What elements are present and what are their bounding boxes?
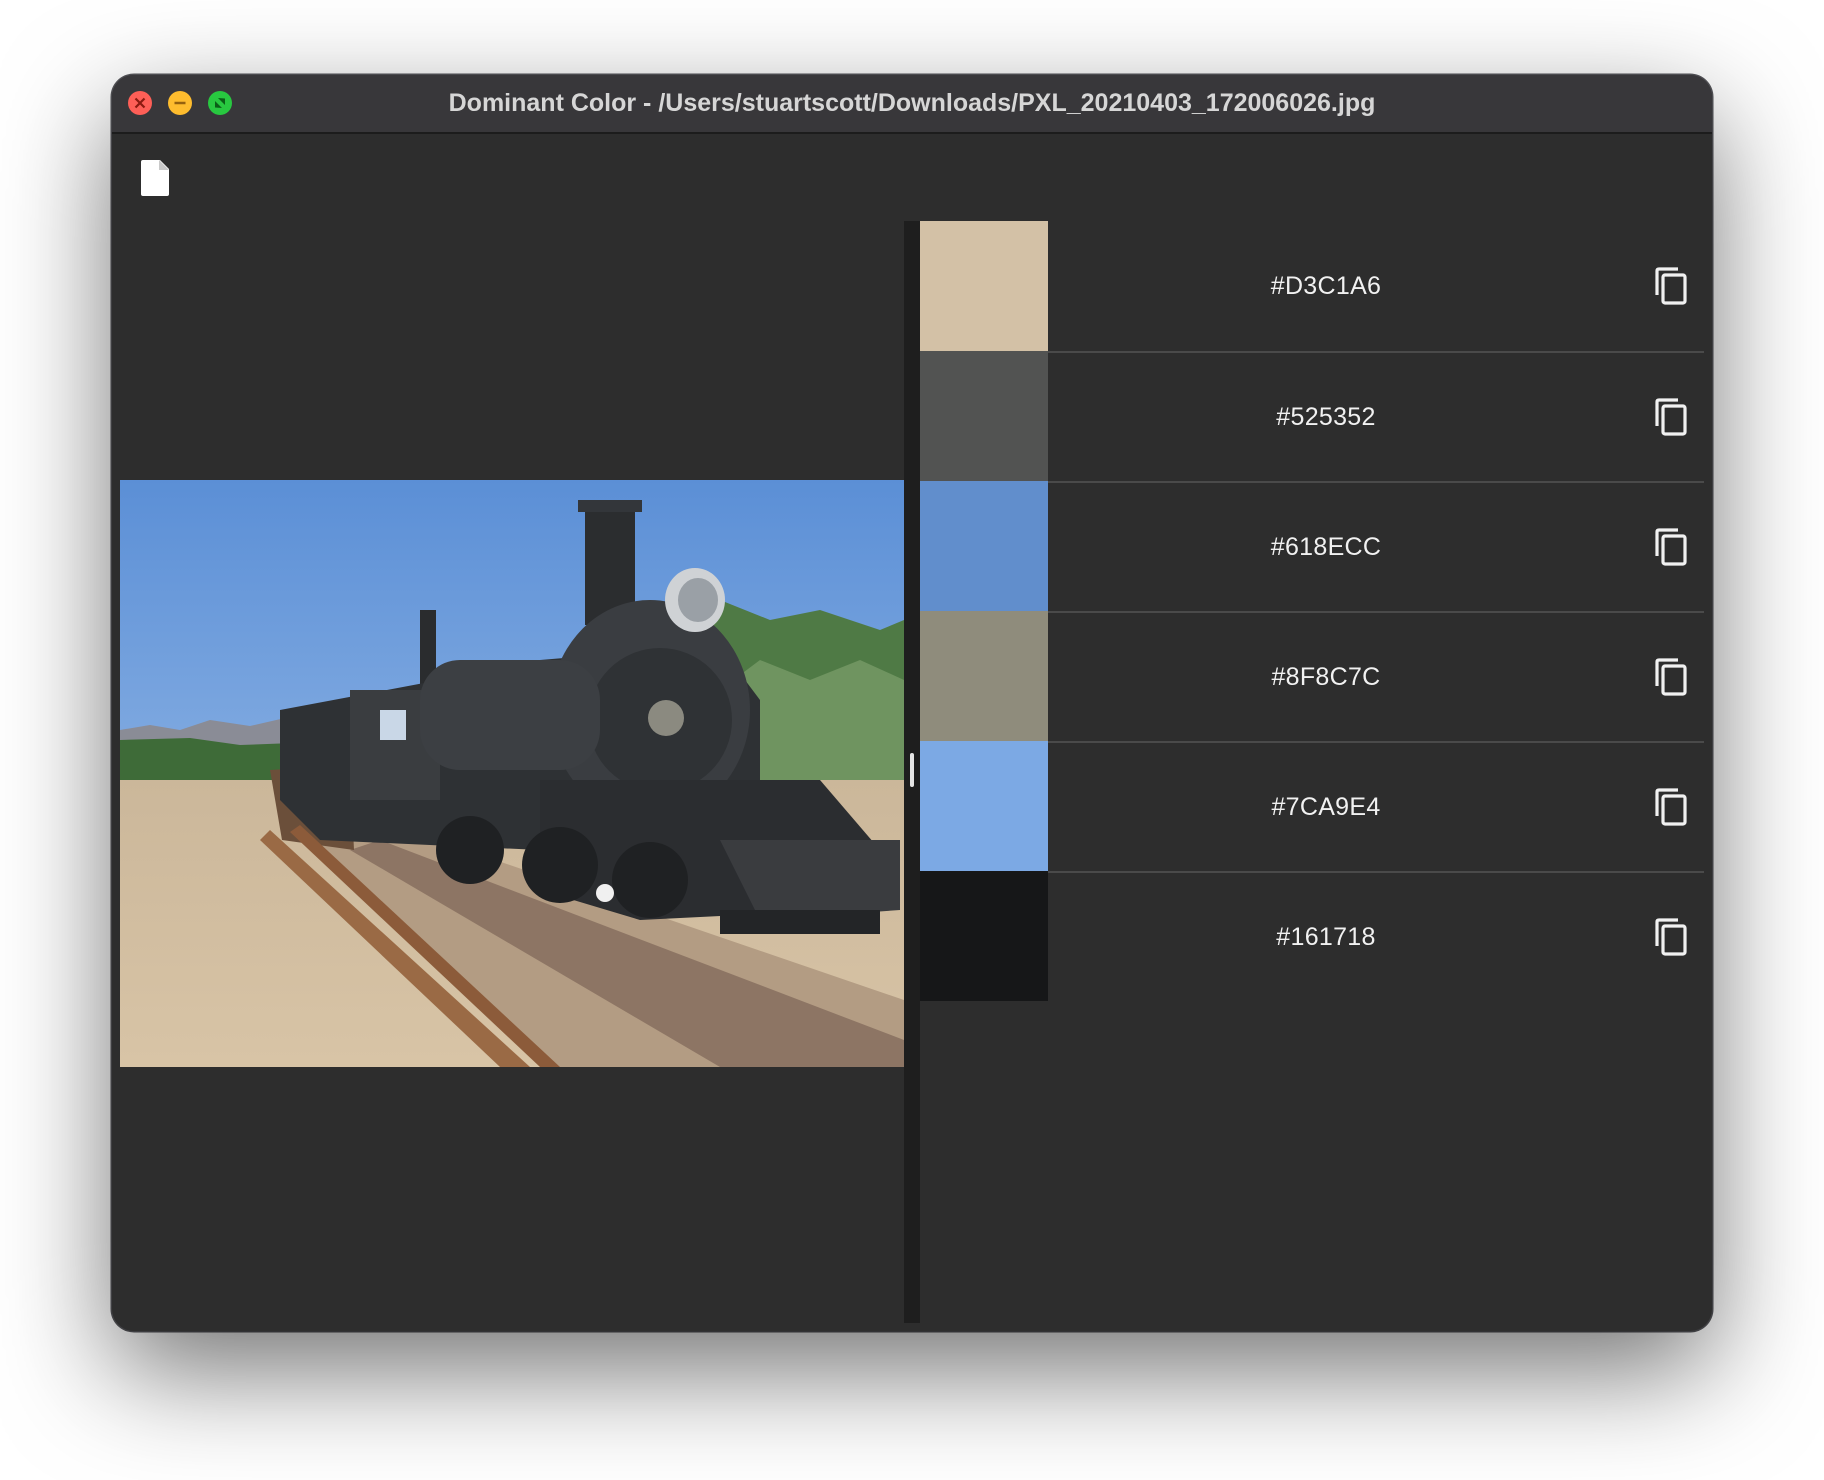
- copy-button[interactable]: [1652, 396, 1690, 438]
- fullscreen-window-button[interactable]: [208, 91, 232, 115]
- copy-icon: [1655, 658, 1687, 696]
- copy-icon: [1655, 267, 1687, 305]
- color-row: #8F8C7C: [920, 611, 1704, 741]
- copy-button[interactable]: [1652, 916, 1690, 958]
- copy-icon: [1655, 528, 1687, 566]
- open-file-button[interactable]: [140, 159, 172, 197]
- splitter-handle[interactable]: [910, 753, 914, 787]
- color-swatch: [920, 611, 1048, 741]
- color-swatch: [920, 351, 1048, 481]
- color-swatch: [920, 221, 1048, 351]
- color-row: #618ECC: [920, 481, 1704, 611]
- color-row: #525352: [920, 351, 1704, 481]
- close-icon: [134, 97, 146, 109]
- copy-icon: [1655, 918, 1687, 956]
- color-row: #7CA9E4: [920, 741, 1704, 871]
- copy-button[interactable]: [1652, 265, 1690, 307]
- dominant-color-list: #D3C1A6 #525352 #618ECC #8F8C7C #7CA9E4 …: [920, 221, 1704, 1001]
- file-icon: [141, 160, 169, 196]
- copy-icon: [1655, 398, 1687, 436]
- color-swatch: [920, 481, 1048, 611]
- fullscreen-icon: [215, 98, 225, 108]
- pane-splitter[interactable]: [904, 221, 920, 1323]
- color-hex-label: #7CA9E4: [1271, 792, 1381, 821]
- color-row: #D3C1A6: [920, 221, 1704, 351]
- color-hex-label: #618ECC: [1270, 532, 1382, 561]
- window-title: Dominant Color - /Users/stuartscott/Down…: [448, 89, 1376, 117]
- copy-button[interactable]: [1652, 786, 1690, 828]
- minimize-window-button[interactable]: [168, 91, 192, 115]
- close-window-button[interactable]: [128, 91, 152, 115]
- title-bar: Dominant Color - /Users/stuartscott/Down…: [112, 75, 1712, 134]
- color-hex-label: #525352: [1276, 402, 1376, 431]
- color-swatch: [920, 741, 1048, 871]
- app-window: Dominant Color - /Users/stuartscott/Down…: [112, 75, 1712, 1331]
- color-row: #161718: [920, 871, 1704, 1001]
- copy-icon: [1655, 788, 1687, 826]
- color-hex-label: #8F8C7C: [1271, 662, 1381, 691]
- locomotive-photo: [120, 480, 904, 1067]
- minimize-icon: [174, 101, 186, 105]
- color-hex-label: #161718: [1276, 922, 1376, 951]
- copy-button[interactable]: [1652, 526, 1690, 568]
- color-hex-label: #D3C1A6: [1270, 271, 1382, 300]
- photo-preview: [120, 480, 904, 1067]
- color-swatch: [920, 871, 1048, 1001]
- copy-button[interactable]: [1652, 656, 1690, 698]
